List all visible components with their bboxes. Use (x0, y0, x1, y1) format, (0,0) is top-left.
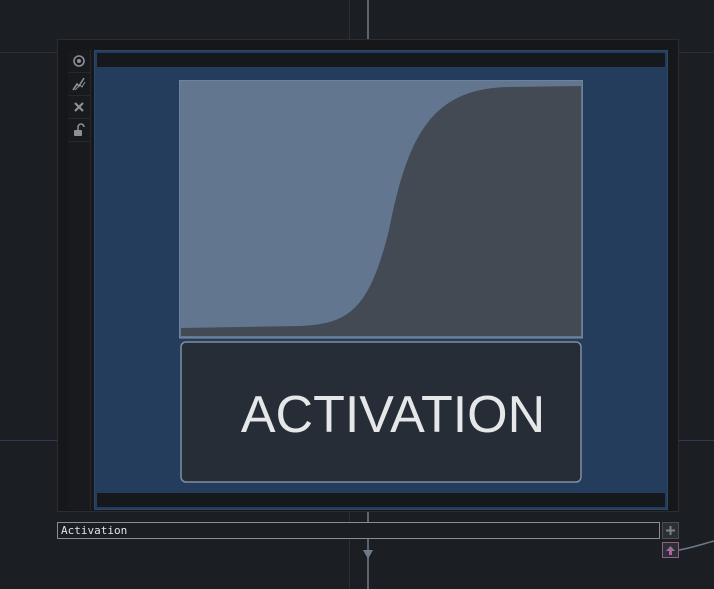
viewer-bottom-bar (97, 493, 665, 507)
output-connector[interactable] (662, 542, 679, 558)
lock-button[interactable] (68, 119, 90, 142)
image-label-text: ACTIVATION (241, 386, 545, 444)
viewer-toggle-button[interactable] (68, 50, 90, 73)
network-editor-canvas[interactable]: ACTIVATION Activation (0, 0, 714, 589)
plus-icon (666, 526, 675, 535)
pulse-icon (72, 77, 86, 91)
eye-icon (73, 55, 85, 67)
node-viewer[interactable]: ACTIVATION (94, 50, 668, 510)
close-icon (74, 102, 84, 112)
lock-icon (74, 123, 85, 136)
output-arrow-icon (666, 545, 675, 555)
delete-button[interactable] (68, 96, 90, 119)
wire-vertical-top (367, 0, 369, 40)
node-name-field[interactable]: Activation (57, 522, 660, 539)
bypass-button[interactable] (68, 73, 90, 96)
activation-thumbnail: ACTIVATION (179, 80, 583, 483)
node-side-toolbar (68, 50, 91, 510)
add-button[interactable] (662, 522, 679, 539)
viewer-top-bar (97, 53, 665, 67)
wire-arrow-icon (363, 550, 373, 559)
output-wire (679, 540, 714, 551)
operator-node[interactable]: ACTIVATION (57, 39, 679, 512)
